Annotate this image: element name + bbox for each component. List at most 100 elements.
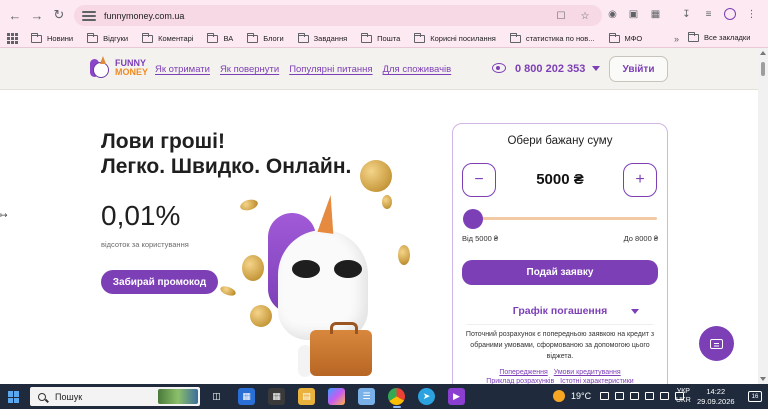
file-explorer-icon[interactable]: ▤: [298, 388, 315, 405]
extension-color-icon[interactable]: ▣: [627, 8, 640, 21]
get-promocode-button[interactable]: Забирай промокод: [101, 270, 218, 294]
scroll-down-arrow-icon[interactable]: [760, 377, 766, 381]
reload-icon[interactable]: ↻: [48, 4, 70, 26]
store-app-icon[interactable]: ▦: [238, 388, 255, 405]
chevron-down-icon[interactable]: [631, 309, 639, 314]
briefcase-icon: [310, 322, 372, 376]
unicorn-logo-icon: [90, 56, 112, 80]
folder-icon: [142, 32, 154, 43]
nav-link-how-to-get[interactable]: Як отримати: [155, 64, 210, 75]
amount-slider-handle[interactable]: [463, 209, 483, 229]
taskbar-search[interactable]: Пошук: [30, 387, 200, 406]
nav-link-for-consumers[interactable]: Для споживачів: [383, 64, 452, 75]
download-icon[interactable]: ↧: [680, 8, 693, 21]
bookmark-folder[interactable]: Завдання: [297, 32, 347, 43]
site-info-icon[interactable]: [82, 10, 96, 21]
more-bookmarks-chevron-icon[interactable]: »: [674, 34, 679, 44]
tray-app-icon[interactable]: [615, 392, 624, 400]
bookmark-folder[interactable]: Блоги: [247, 32, 284, 43]
battery-icon[interactable]: [630, 392, 639, 400]
back-icon[interactable]: ←: [4, 4, 26, 26]
bookmark-folder[interactable]: Коментарі: [142, 32, 193, 43]
browser-toolbar: ← → ↻ funnymoney.com.ua ☐ ☆ ◉ ▣ ▦ ↧ ≡ ⋮: [0, 0, 768, 30]
link-warning[interactable]: Попередження: [499, 369, 547, 376]
scrollbar-thumb[interactable]: [761, 62, 765, 76]
chat-button[interactable]: [699, 326, 734, 361]
divider: [467, 324, 653, 325]
notepad-app-icon[interactable]: ☰: [358, 388, 375, 405]
bookmark-folder[interactable]: Новини: [31, 32, 73, 43]
url-text: funnymoney.com.ua: [104, 10, 185, 21]
bookmark-folder[interactable]: МФО: [608, 32, 642, 43]
scroll-up-arrow-icon[interactable]: [760, 51, 766, 55]
login-button[interactable]: Увійти: [609, 56, 668, 82]
calculator-app-icon[interactable]: ▦: [268, 388, 285, 405]
weather-widget[interactable]: 19°C: [553, 390, 591, 402]
main-nav: Як отримати Як повернути Популярні питан…: [155, 64, 451, 75]
bookmark-star-icon[interactable]: ☆: [578, 9, 592, 23]
notifications-icon[interactable]: 16: [748, 391, 762, 402]
search-icon: [38, 392, 46, 401]
folder-icon: [414, 32, 426, 43]
bookmark-folder[interactable]: Корисні посилання: [414, 32, 496, 43]
media-queue-icon[interactable]: ≡: [702, 8, 715, 21]
calculator-title: Обери бажану суму: [507, 135, 613, 147]
forward-icon[interactable]: →: [26, 4, 48, 26]
folder-icon: [31, 32, 42, 43]
search-highlight-image: [158, 389, 198, 404]
windows-taskbar: Пошук ◫ ▦ ▦ ▤ ☰ ➤ ▶ 19°C УКР UKR 14:22 2…: [0, 384, 768, 409]
nav-link-faq[interactable]: Популярні питання: [289, 64, 372, 75]
page-scrollbar[interactable]: [758, 48, 768, 384]
extensions-puzzle-icon[interactable]: ▦: [649, 8, 662, 21]
calculator-links-row: Попередження Умови кредитування: [453, 369, 667, 376]
mouse-cursor-icon: ↦: [0, 210, 8, 220]
profile-avatar-icon[interactable]: [724, 8, 736, 20]
address-bar[interactable]: funnymoney.com.ua ☐ ☆: [74, 5, 602, 26]
folder-icon: [207, 32, 219, 43]
increase-amount-button[interactable]: +: [623, 163, 657, 197]
coin-icon: [382, 195, 392, 209]
taskbar-clock[interactable]: 14:22 29.09.2026: [697, 387, 735, 406]
all-bookmarks[interactable]: Все закладки: [688, 31, 750, 42]
bookmark-folder[interactable]: Пошта: [361, 32, 400, 43]
apps-grid-icon[interactable]: [7, 32, 19, 45]
folder-icon: [361, 32, 373, 43]
bookmarks-bar: Новини Відгуки Коментарі ВА Блоги Завдан…: [0, 30, 768, 48]
volume-icon[interactable]: [660, 392, 669, 400]
network-icon[interactable]: [645, 392, 654, 400]
nav-link-how-to-return[interactable]: Як повернути: [220, 64, 279, 75]
interest-rate-caption: відсоток за користування: [101, 240, 189, 249]
logo-word-money: MONEY: [115, 67, 149, 77]
active-app-indicator: [393, 406, 401, 408]
chrome-browser-icon[interactable]: [388, 388, 405, 405]
language-indicator[interactable]: УКР UKR: [676, 387, 691, 405]
chat-bubble-icon: [710, 338, 723, 349]
amount-slider-track[interactable]: [467, 217, 657, 220]
media-app-icon[interactable]: ▶: [448, 388, 465, 405]
loan-calculator: Обери бажану суму − 5000 ₴ + Від 5000 ₴ …: [452, 123, 668, 393]
folder-icon: [87, 32, 99, 43]
folder-icon: [509, 32, 521, 43]
link-credit-terms[interactable]: Умови кредитування: [554, 369, 621, 376]
amount-max-label: До 8000 ₴: [623, 234, 658, 243]
bookmark-folder[interactable]: статистика по нов...: [509, 32, 595, 43]
site-logo[interactable]: FUNNY MONEY: [90, 56, 148, 80]
copilot-icon[interactable]: [328, 388, 345, 405]
folder-icon: [688, 31, 699, 42]
chevron-down-icon[interactable]: [592, 66, 600, 71]
coin-icon: [239, 197, 259, 213]
task-view-icon[interactable]: ◫: [208, 388, 225, 405]
phone-number[interactable]: 0 800 202 353: [515, 63, 585, 75]
menu-kebab-icon[interactable]: ⋮: [745, 8, 758, 21]
translate-icon[interactable]: ☐: [554, 9, 568, 23]
camera-icon[interactable]: ◉: [606, 8, 619, 21]
windows-start-icon[interactable]: [8, 391, 20, 403]
bookmark-folder[interactable]: ВА: [207, 32, 233, 43]
bookmark-folder[interactable]: Відгуки: [87, 32, 128, 43]
accessibility-eye-icon[interactable]: [492, 63, 506, 73]
tray-chevron-icon[interactable]: [600, 392, 609, 400]
amount-min-label: Від 5000 ₴: [462, 234, 499, 243]
folder-icon: [608, 32, 620, 43]
submit-application-button[interactable]: Подай заявку: [462, 260, 658, 285]
telegram-app-icon[interactable]: ➤: [418, 388, 435, 405]
